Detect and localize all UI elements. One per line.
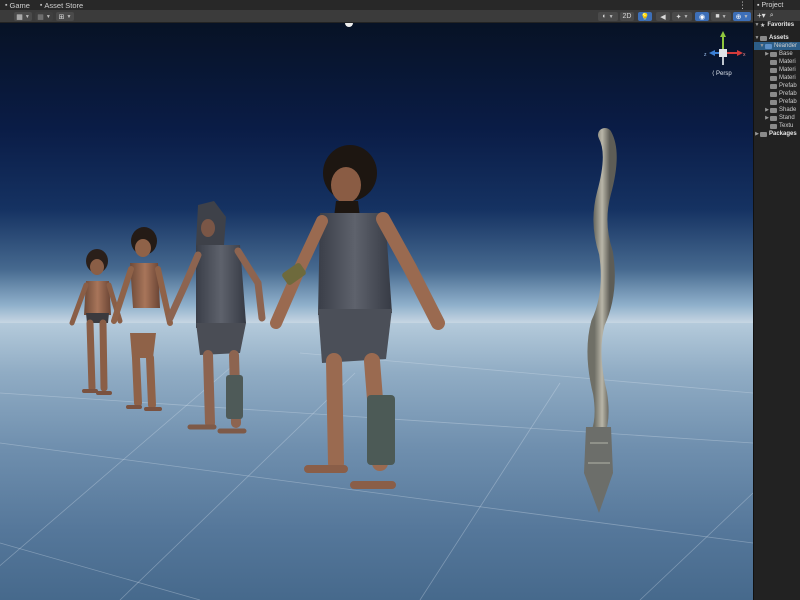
snap-icon: ▦ [37,13,44,21]
svg-text:z: z [704,52,707,58]
speaker-icon: ◀ [660,13,666,21]
store-icon: ▪ [39,1,43,9]
2d-toggle-button[interactable]: 2D [620,12,634,21]
tab-asset-store[interactable]: ▪ Asset Store [35,0,88,10]
tree-folder[interactable]: ▶ Shade [754,106,800,114]
character-caveman-large[interactable] [270,145,445,489]
chevron-down-icon: ▼ [66,13,72,20]
pivot-icon: ⊞ [58,13,65,21]
search-icon[interactable]: ⌕ [770,12,774,20]
star-icon: ★ [760,22,766,29]
chevron-down-icon: ▼ [24,13,30,20]
scene-visibility-button[interactable]: ◉ [695,12,709,21]
folder-icon [770,123,777,129]
chevron-down-icon: ▼ [683,13,689,20]
tree-asset-root[interactable]: ▼ Neander [754,42,800,50]
light-marker[interactable] [345,23,353,27]
camera-icon: ■ [715,13,720,20]
scene-content [0,23,753,600]
folder-icon: ▪ [757,1,760,9]
tree-folder[interactable]: Materi [754,74,800,82]
perspective-icon: ⟨ [712,71,715,77]
folder-label: Prefab [779,99,797,105]
folder-icon [770,59,777,65]
tree-folder[interactable]: Prefab [754,82,800,90]
tree-folder[interactable]: ▶ Stand [754,114,800,122]
project-toolbar: +▾ ⌕ [754,10,800,21]
tree-favorites[interactable]: ▼ ★ Favorites [754,21,800,29]
folder-label: Materi [779,67,796,73]
tree-folder[interactable]: ▶ Base [754,50,800,58]
gizmos-dropdown[interactable]: ⊕ ▼ [733,12,751,21]
folder-icon [765,43,772,49]
lighting-toggle-button[interactable]: 💡 [638,12,652,21]
tree-packages[interactable]: ▶ Packages [754,130,800,138]
2d-toggle-label: 2D [622,13,632,20]
scene-toolbar: ▦ ▼ ▦ ▼ ⊞ ▼ ◐ ▼ 2D 💡 ◀ ✦ ▼ ◉ ■ ▼ ⊕ ▼ [0,10,753,23]
sphere-icon: ◐ [602,13,607,20]
folder-label: Prefab [779,83,797,89]
scene-viewport[interactable]: z x ⟨ Persp [0,23,753,600]
asset-root-label: Neander [774,43,798,49]
project-tab[interactable]: ▪ Project [754,0,800,10]
globe-icon: ⊕ [735,13,742,21]
folder-icon [770,91,777,97]
packages-label: Packages [769,131,797,137]
project-tab-label: Project [761,1,784,9]
character-hooded[interactable] [166,201,266,434]
tree-folder[interactable]: Prefab [754,90,800,98]
effects-icon: ✦ [675,13,682,21]
tab-asset-store-label: Asset Store [44,0,84,10]
svg-text:x: x [743,52,746,58]
assets-label: Assets [769,35,789,41]
audio-toggle-button[interactable]: ◀ [656,12,670,21]
gamepad-icon: ▪ [5,1,8,9]
transform-tools-dropdown[interactable]: ▦ ▼ [14,12,32,21]
add-icon[interactable]: +▾ [757,11,766,20]
more-options-icon[interactable]: ⋮ [738,1,747,10]
folder-icon [770,107,777,113]
folder-label: Materi [779,59,796,65]
pivot-dropdown[interactable]: ⊞ ▼ [56,12,74,21]
projection-text: Persp [716,71,732,77]
folder-icon [760,35,767,41]
chevron-down-icon: ▼ [608,13,614,20]
project-panel: ▪ Project +▾ ⌕ ▼ ★ Favorites ▼ Assets ▼ … [753,0,800,600]
favorites-label: Favorites [767,22,795,28]
eye-icon: ◉ [698,13,706,21]
projection-label[interactable]: ⟨ Persp [712,70,732,77]
chevron-down-icon: ▼ [743,13,749,20]
grid-icon: ▦ [16,13,23,21]
tab-game-label: Game [9,0,30,10]
tree-assets[interactable]: ▼ Assets [754,34,800,42]
chevron-down-icon: ▼ [721,13,727,20]
tree-folder[interactable]: Textu [754,122,800,130]
light-bulb-icon: 💡 [640,13,650,21]
folder-label: Prefab [779,91,797,97]
effects-dropdown[interactable]: ✦ ▼ [672,12,692,21]
folder-icon [770,115,777,121]
folder-icon [770,83,777,89]
folder-icon [770,99,777,105]
chevron-down-icon: ▼ [45,13,51,20]
tree-folder[interactable]: Prefab [754,98,800,106]
folder-label: Shade [779,107,797,113]
camera-settings-dropdown[interactable]: ■ ▼ [711,12,731,21]
folder-icon [770,67,777,73]
staff-prop[interactable] [584,128,617,513]
folder-label: Stand [779,115,795,121]
editor-tab-bar: ▪ Game ▪ Asset Store ⋮ [0,0,753,10]
folder-icon [770,75,777,81]
tree-folder[interactable]: Materi [754,58,800,66]
tab-game[interactable]: ▪ Game [0,0,35,10]
folder-icon [770,51,777,57]
character-naked-cut[interactable] [111,227,173,411]
folder-icon [760,131,767,137]
folder-label: Materi [779,75,796,81]
folder-label: Base [779,51,793,57]
folder-label: Textu [779,123,794,129]
grid-snap-dropdown[interactable]: ▦ ▼ [35,12,53,21]
tree-folder[interactable]: Materi [754,66,800,74]
shading-mode-dropdown[interactable]: ◐ ▼ [598,12,618,21]
